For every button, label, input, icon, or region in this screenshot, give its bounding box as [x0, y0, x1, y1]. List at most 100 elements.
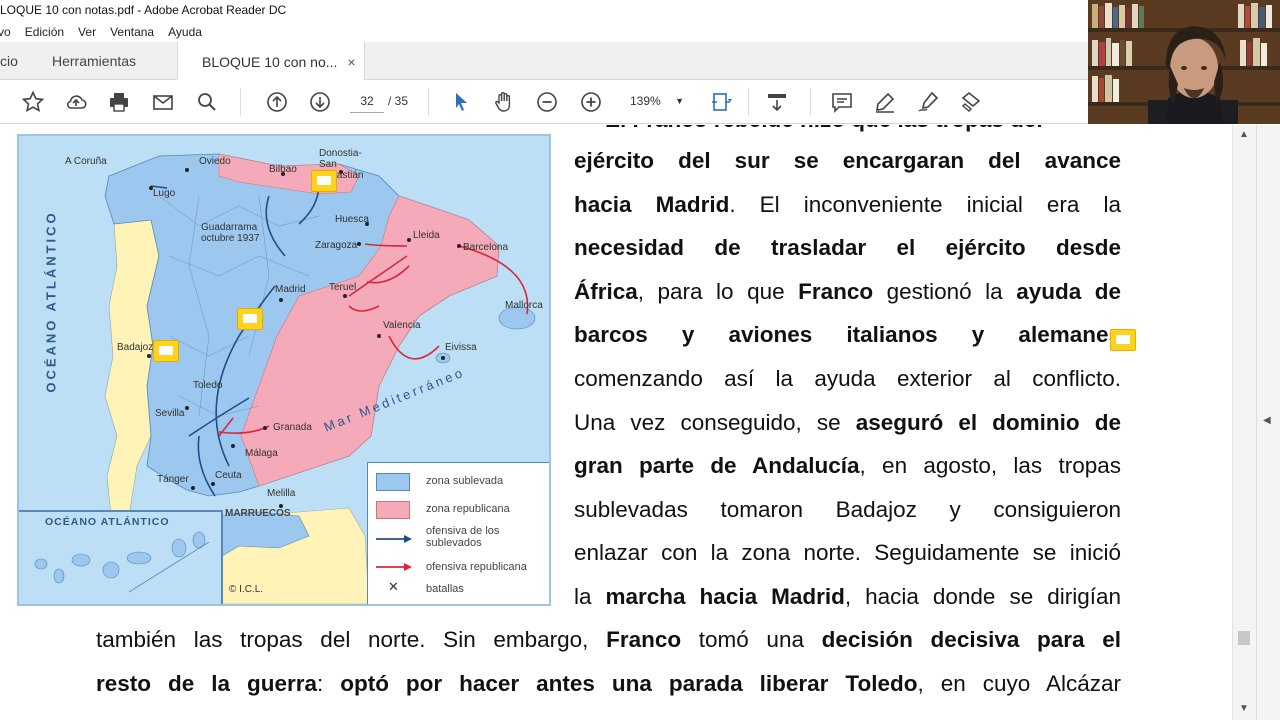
bold-text: necesidad de trasladar el ejército desde — [574, 235, 1121, 261]
map-place-label: Teruel — [329, 282, 357, 293]
page-up-icon[interactable] — [263, 88, 291, 116]
chevron-down-icon: ▼ — [675, 96, 684, 106]
close-icon[interactable]: × — [347, 54, 355, 70]
tab-tools[interactable]: Herramientas — [52, 42, 136, 80]
battle-icon: ✕ — [388, 579, 399, 594]
paragraph-line: hacia Madrid. El inconveniente inicial e… — [574, 183, 1121, 227]
paragraph-line: comenzando así la ayuda exterior al conf… — [574, 357, 1121, 401]
canary-inset: OCÉANO ATLÁNTICO — [19, 510, 223, 604]
map-place-label: Guadarrama octubre 1937 — [201, 222, 260, 244]
toolbar-separator — [810, 88, 811, 116]
highlight-pen-icon[interactable] — [871, 88, 899, 116]
legend-swatch-republicana — [376, 501, 410, 519]
paragraph-line: Una vez conseguido, se aseguró el domini… — [574, 401, 1121, 445]
comment-icon[interactable] — [828, 88, 856, 116]
map-place-label: A Coruña — [65, 156, 107, 167]
menu-window[interactable]: Ventana — [110, 25, 154, 42]
page-total: / 35 — [388, 94, 409, 108]
menu-edit[interactable]: Edición — [25, 25, 64, 42]
fit-page-icon[interactable] — [707, 88, 735, 116]
paragraph-line: la marcha hacia Madrid, hacia donde se d… — [574, 575, 1121, 619]
print-icon[interactable] — [105, 88, 133, 116]
map-figure: A Coruña Oviedo Bilbao Donostia-San Seba… — [17, 134, 551, 606]
legend-label: batallas — [426, 583, 464, 595]
upload-cloud-icon[interactable] — [62, 88, 90, 116]
search-icon[interactable] — [193, 88, 221, 116]
menu-bar: vo Edición Ver Ventana Ayuda — [0, 22, 1090, 42]
map-place-label: Sevilla — [155, 408, 185, 419]
paragraph-line: también las tropas del norte. Sin embarg… — [96, 618, 1121, 662]
legend-blue-arrow-icon — [376, 535, 412, 543]
legend-swatch-sublevada — [376, 473, 410, 491]
paragraph-line: enlazar con la zona norte. Seguidamente … — [574, 531, 1121, 575]
scroll-mode-icon[interactable] — [763, 88, 791, 116]
map-place-label: Eivissa — [445, 342, 477, 353]
map-legend: zona sublevada zona republicana ofensiva… — [367, 462, 549, 604]
map-place-label: MARRUECOS — [225, 508, 291, 519]
text-run: Una vez conseguido, se — [574, 409, 856, 435]
map-place-label: Barcelona — [463, 242, 509, 253]
menu-file[interactable]: vo — [0, 25, 11, 42]
bold-text: resto de la guerra — [96, 671, 317, 696]
chevron-left-icon[interactable]: ◀ — [1263, 415, 1271, 426]
bold-text: marcha hacia Madrid — [605, 583, 845, 609]
document-page[interactable]: El Franco rebelde hizo que las tropas de… — [0, 125, 1232, 720]
vertical-scrollbar[interactable]: ▲ ▼ — [1232, 125, 1256, 720]
text-run: , en cuyo Alcázar — [917, 671, 1121, 696]
bold-text: barcos y aviones italianos y alemanes — [574, 322, 1121, 348]
bold-text: Franco — [606, 627, 682, 652]
toolbar-separator — [240, 88, 241, 116]
map-place-label: Lugo — [153, 188, 176, 199]
sticky-note-icon[interactable] — [1110, 329, 1136, 351]
window-title: BLOQUE 10 con notas.pdf - Adobe Acrobat … — [0, 0, 1090, 22]
text-run: , para lo que — [637, 278, 799, 304]
legend-red-arrow-icon — [376, 563, 412, 571]
text-run: enlazar con la zona norte. Seguidamente … — [574, 540, 1121, 566]
map-place-label: Granada — [273, 422, 312, 433]
tab-document[interactable]: BLOQUE 10 con no... × — [177, 42, 365, 81]
menu-view[interactable]: Ver — [78, 25, 96, 42]
select-cursor-icon[interactable] — [447, 88, 475, 116]
map-place-label: Madrid — [275, 284, 306, 295]
map-place-label: Bilbao — [269, 164, 297, 175]
bold-text: África — [574, 278, 638, 304]
scroll-thumb[interactable] — [1238, 631, 1250, 645]
map-place-label: Málaga — [245, 448, 278, 459]
sticky-note-icon[interactable] — [311, 170, 337, 192]
text-run: . El inconveniente inicial era la — [729, 191, 1121, 217]
edit-stamp-icon[interactable] — [957, 88, 985, 116]
hand-tool-icon[interactable] — [490, 88, 518, 116]
map-ocean-label: OCÉANO ATLÁNTICO — [43, 210, 59, 393]
mail-icon[interactable] — [149, 88, 177, 116]
bold-text: ejército del sur se encargaran del avanc… — [574, 148, 1121, 173]
text-run: , hacia donde se dirigían — [844, 583, 1121, 609]
sign-icon[interactable] — [914, 88, 942, 116]
legend-label: ofensiva republicana — [426, 561, 527, 573]
page-down-icon[interactable] — [306, 88, 334, 116]
paragraph-line: sublevadas tomaron Badajoz y consiguiero… — [574, 488, 1121, 532]
page-number-input[interactable]: 32 — [350, 89, 384, 113]
scroll-down-icon[interactable]: ▼ — [1239, 703, 1249, 714]
scroll-up-icon[interactable]: ▲ — [1239, 129, 1249, 140]
sticky-note-icon[interactable] — [153, 340, 179, 362]
sticky-note-icon[interactable] — [237, 308, 263, 330]
legend-label: ofensiva de los sublevados — [426, 525, 500, 549]
right-panel-toggle[interactable]: ◀ — [1256, 125, 1280, 720]
text-run: la — [574, 583, 606, 609]
tab-home[interactable]: cio — [0, 42, 18, 80]
paragraph-line: gran parte de Andalucía, en agosto, las … — [574, 444, 1121, 488]
menu-help[interactable]: Ayuda — [168, 25, 202, 42]
map-place-label: Valencia — [383, 320, 421, 331]
paragraph-line: necesidad de trasladar el ejército desde — [574, 226, 1121, 270]
paragraph-line: ejército del sur se encargaran del avanc… — [574, 139, 1121, 183]
text-run: comenzando así la ayuda exterior al conf… — [574, 365, 1121, 391]
zoom-out-icon[interactable] — [533, 88, 561, 116]
bold-text: ayuda de — [1016, 278, 1121, 304]
star-icon[interactable] — [19, 88, 47, 116]
text-run: sublevadas tomaron Badajoz y consiguiero… — [574, 496, 1121, 522]
zoom-select[interactable]: 139% ▼ — [620, 89, 688, 113]
map-place-label: Lleida — [413, 230, 440, 241]
webcam-video — [1088, 0, 1280, 124]
tab-bar: cio Herramientas BLOQUE 10 con no... × — [0, 42, 1090, 81]
zoom-in-icon[interactable] — [577, 88, 605, 116]
